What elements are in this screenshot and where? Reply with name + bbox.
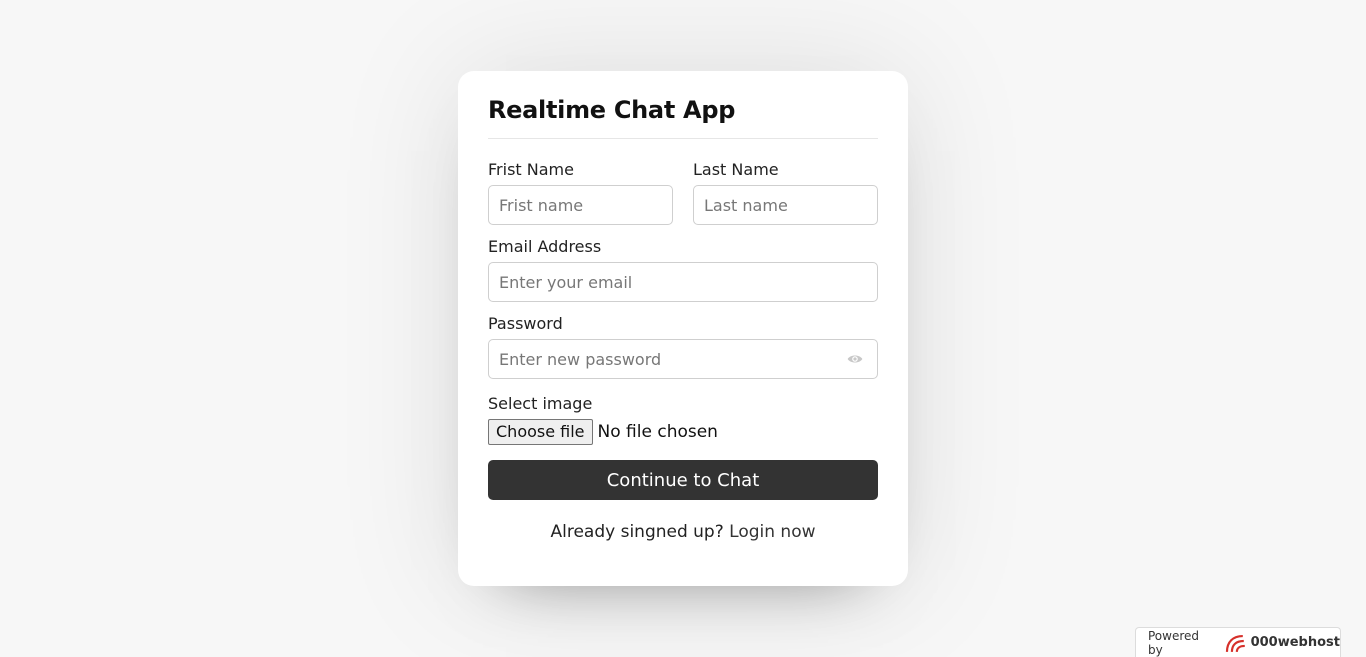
powered-by-badge[interactable]: Powered by 000webhost	[1135, 627, 1341, 657]
continue-to-chat-button[interactable]: Continue to Chat	[488, 460, 878, 500]
login-prompt-row: Already singned up? Login now	[488, 522, 878, 542]
email-field-group: Email Address	[488, 238, 878, 302]
password-label: Password	[488, 314, 563, 333]
file-status: No file chosen	[597, 422, 718, 442]
webhost-brand: 000webhost	[1250, 635, 1340, 650]
first-name-label: Frist Name	[488, 160, 574, 179]
file-picker: Choose file No file chosen	[488, 419, 878, 445]
powered-by-text: Powered by	[1148, 628, 1200, 657]
email-input[interactable]	[488, 262, 878, 302]
last-name-input[interactable]	[693, 185, 878, 225]
password-wrapper	[488, 339, 878, 379]
webhost-logo-icon	[1225, 634, 1245, 652]
choose-file-button[interactable]: Choose file	[488, 419, 593, 445]
login-prompt-text: Already singned up?	[550, 522, 724, 542]
signup-card: Realtime Chat App Frist Name Last Name E…	[458, 71, 908, 586]
last-name-field-group: Last Name	[693, 161, 878, 225]
password-field-group: Password	[488, 315, 878, 379]
last-name-label: Last Name	[693, 160, 779, 179]
eye-icon[interactable]	[846, 351, 864, 367]
image-field-group: Select image Choose file No file chosen	[488, 395, 878, 445]
password-input[interactable]	[488, 339, 878, 379]
email-label: Email Address	[488, 237, 602, 256]
name-row: Frist Name Last Name	[488, 161, 878, 225]
page-title: Realtime Chat App	[488, 96, 878, 139]
login-now-link[interactable]: Login now	[729, 522, 815, 542]
first-name-input[interactable]	[488, 185, 673, 225]
first-name-field-group: Frist Name	[488, 161, 673, 225]
image-label: Select image	[488, 394, 593, 413]
